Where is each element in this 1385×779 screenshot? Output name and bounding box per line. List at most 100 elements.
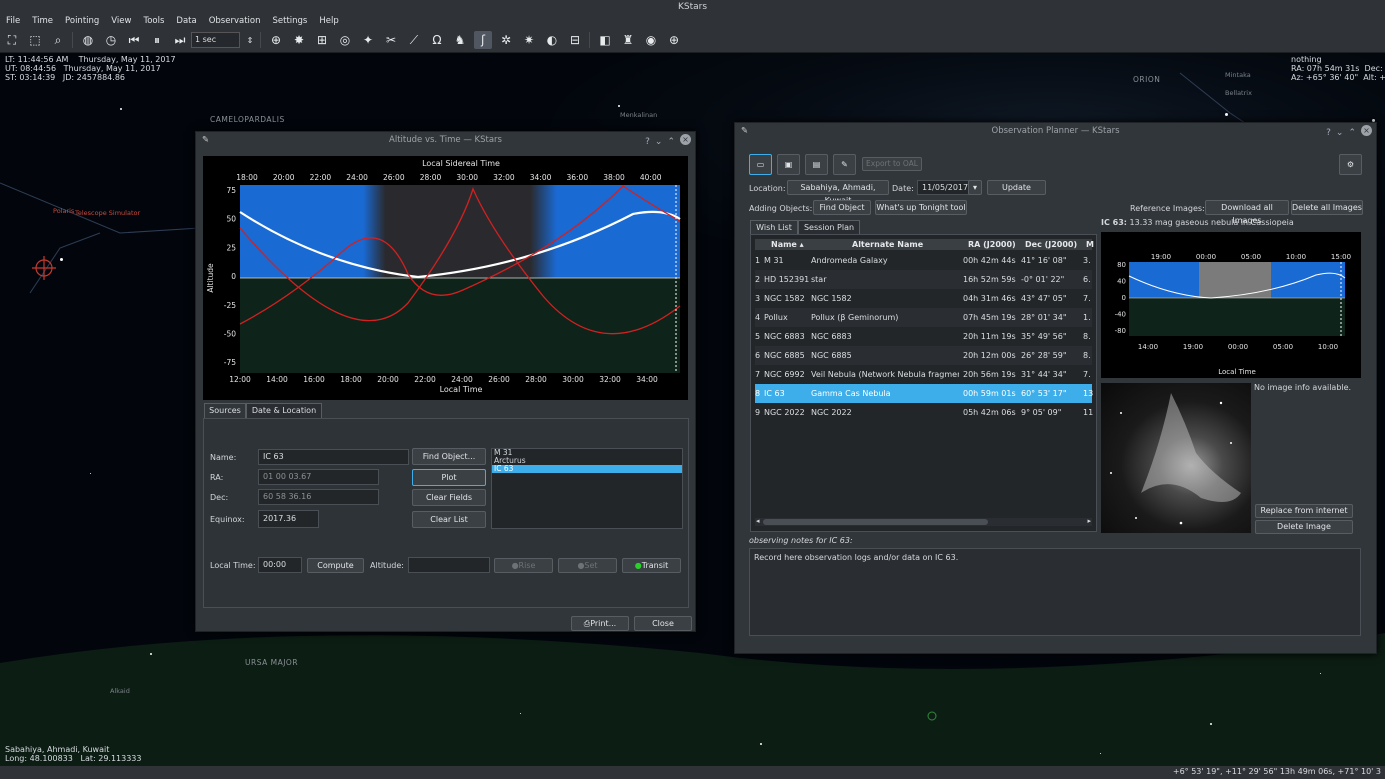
table-row[interactable]: 8 IC 63 Gamma Cas Nebula 00h 59m 01s 60° 53'… [755,384,1093,403]
column-header-ra[interactable]: RA (J2000) [968,240,1016,249]
pin-icon[interactable]: ✎ [741,123,748,140]
eye-icon[interactable]: ◉ [642,31,660,49]
supernova-icon[interactable]: ✷ [520,31,538,49]
deep-sky-icon[interactable]: ⊞ [313,31,331,49]
menu-tools[interactable]: Tools [137,14,170,28]
altitude-field[interactable] [408,557,490,573]
planet-icon[interactable]: ✦ [359,31,377,49]
menu-data[interactable]: Data [170,14,202,28]
maximize-icon[interactable]: ⌃ [667,134,675,151]
clear-fields-button[interactable]: Clear Fields [412,489,486,506]
horizon-icon[interactable]: ◐ [543,31,561,49]
time-step-spinbox[interactable]: 1 sec [191,32,240,48]
constellation-art-icon[interactable]: ♞ [451,31,469,49]
step-forward-icon[interactable]: ⏭ [171,31,189,49]
tab-session-plan[interactable]: Session Plan [798,220,860,234]
observing-notes-textarea[interactable]: Record here observation logs and/or data… [749,548,1361,636]
wizard-icon[interactable]: ✎ [833,154,856,175]
menu-observation[interactable]: Observation [203,14,267,28]
telescope-target-icon[interactable]: ⊕ [267,31,285,49]
galaxy-icon[interactable]: ◎ [336,31,354,49]
list-item-selected[interactable]: IC 63 [492,465,682,473]
rise-button[interactable]: ●Rise [494,558,553,573]
menu-pointing[interactable]: Pointing [59,14,105,28]
menu-help[interactable]: Help [313,14,344,28]
ra-field[interactable]: 01 00 03.67 [258,469,379,485]
horizontal-scrollbar[interactable]: ◂ ▸ [755,517,1092,526]
close-button[interactable]: Close [634,616,692,631]
menu-settings[interactable]: Settings [266,14,313,28]
clear-list-button[interactable]: Clear List [412,511,486,528]
equinox-field[interactable]: 2017.36 [258,510,319,528]
maximize-icon[interactable]: ⌃ [1348,125,1356,142]
zoom-in-icon[interactable]: ⛶ [3,31,21,49]
hips-icon[interactable]: ⊟ [566,31,584,49]
table-row[interactable]: 2 HD 152391 star 16h 52m 59s -0° 01' 22" 6. [755,270,1092,289]
close-icon[interactable]: × [1361,125,1372,136]
location-button[interactable]: Sabahiya, Ahmadi, Kuwait [787,180,889,205]
milky-way-icon[interactable]: ʃ [474,31,492,49]
table-row[interactable]: 7 NGC 6992 Veil Nebula (Network Nebula fra… [755,365,1092,384]
open-list-icon[interactable]: ▭ [749,154,772,175]
name-field[interactable]: IC 63 [258,449,409,465]
constellation-names-icon[interactable]: Ω [428,31,446,49]
scroll-left-icon[interactable]: ◂ [756,517,760,525]
zoom-out-icon[interactable]: ⬚ [26,31,44,49]
date-dropdown-icon[interactable]: ▾ [968,180,982,195]
clock-icon[interactable]: ◷ [102,31,120,49]
table-row[interactable]: 3 NGC 1582 NGC 1582 04h 31m 46s 43° 47' 05" 7… [755,289,1092,308]
local-time-field[interactable]: 00:00 [258,557,302,573]
find-object-button[interactable]: Find Object... [412,448,486,465]
list-item[interactable]: Arcturus [492,457,682,465]
column-header-dec[interactable]: Dec (J2000) [1025,240,1077,249]
find-object-icon[interactable]: ⌕ [49,31,67,49]
column-header-alternate-name[interactable]: Alternate Name [852,240,923,249]
constellation-lines-icon[interactable]: ⟋ [405,31,423,49]
column-header-mag[interactable]: M [1086,240,1094,249]
set-button[interactable]: ●Set [558,558,617,573]
minimize-icon[interactable]: ⌄ [655,134,663,151]
stars-icon[interactable]: ✸ [290,31,308,49]
dec-field[interactable]: 60 58 36.16 [258,489,379,505]
table-row[interactable]: 1M 31 Andromeda Galaxy 00h 42m 44s 41° 16' … [755,251,1092,270]
download-all-images-button[interactable]: Download all Images [1205,200,1289,225]
scrollbar-thumb[interactable] [763,519,988,525]
menu-file[interactable]: File [0,14,26,28]
save-as-icon[interactable]: ▤ [805,154,828,175]
fov-icon[interactable]: ◧ [596,31,614,49]
menu-view[interactable]: View [105,14,137,28]
scroll-right-icon[interactable]: ▸ [1087,517,1091,525]
table-row[interactable]: 9 NGC 2022 NGC 2022 05h 42m 06s 9° 05' 09" 11 [755,403,1093,422]
column-header-name[interactable]: Name ▴ [771,240,804,249]
minimize-icon[interactable]: ⌄ [1336,125,1344,142]
table-row[interactable]: 4 Pollux Pollux (β Geminorum) 07h 45m 19s 28… [755,308,1092,327]
save-icon[interactable]: ▣ [777,154,800,175]
crosshair-icon[interactable]: ⊕ [665,31,683,49]
pause-icon[interactable]: ⏸ [148,31,166,49]
tab-wish-list[interactable]: Wish List [750,220,798,234]
date-field[interactable]: 11/05/2017 [917,180,971,195]
table-row[interactable]: 6 NGC 6885 NGC 6885 20h 12m 00s 26° 28' 59" 8… [755,346,1092,365]
satellite-icon[interactable]: ✲ [497,31,515,49]
delete-image-button[interactable]: Delete Image [1255,520,1353,534]
find-object-button[interactable]: Find Object [813,200,871,215]
transit-button[interactable]: ●Transit [622,558,681,573]
step-back-icon[interactable]: ⏮ [125,31,143,49]
export-oal-button[interactable]: Export to OAL [862,157,922,171]
plotted-objects-list[interactable]: M 31 Arcturus IC 63 [491,448,683,529]
close-icon[interactable]: × [680,134,691,145]
globe-icon[interactable]: ◍ [79,31,97,49]
comet-icon[interactable]: ✂ [382,31,400,49]
plot-button[interactable]: Plot [412,469,486,486]
settings-icon[interactable]: ⚙ [1339,154,1362,175]
help-icon[interactable]: ? [645,134,650,151]
update-button[interactable]: Update [987,180,1046,195]
tab-date-location[interactable]: Date & Location [246,403,322,418]
help-icon[interactable]: ? [1326,125,1331,142]
table-row[interactable]: 5 NGC 6883 NGC 6883 20h 11m 19s 35° 49' 56" 8… [755,327,1092,346]
menu-time[interactable]: Time [26,14,59,28]
print-button[interactable]: ⎙Print... [571,616,629,631]
replace-from-internet-button[interactable]: Replace from internet [1255,504,1353,518]
tab-sources[interactable]: Sources [204,403,246,418]
pin-icon[interactable]: ✎ [202,132,209,149]
